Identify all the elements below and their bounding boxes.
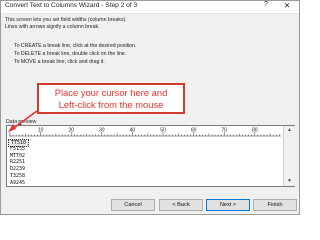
instruction-move: To MOVE a break line, click and drag it. xyxy=(14,59,105,65)
title-bar: Convert Text to Columns Wizard - Step 2 … xyxy=(1,1,299,14)
callout-line: Left-click from the mouse xyxy=(58,99,164,110)
finish-button[interactable]: Finish xyxy=(253,199,297,211)
data-preview-box[interactable]: 10 20 30 40 50 60 70 80 TT510 F5155 MTT02 R2251 D22… xyxy=(6,125,295,187)
preview-row: MTT02 xyxy=(10,152,26,159)
intro-text: This screen lets you set field widths (c… xyxy=(5,17,127,31)
scroll-up-arrow-icon[interactable]: ▲ xyxy=(284,126,295,135)
ruler-label: 10 xyxy=(38,128,44,134)
cancel-button[interactable]: Cancel xyxy=(111,199,155,211)
instruction-delete: To DELETE a break line, double click on … xyxy=(14,51,127,57)
ruler-label: 50 xyxy=(160,128,166,134)
ruler-labels: 10 20 30 40 50 60 70 80 xyxy=(38,128,258,134)
preview-row: A9245 xyxy=(10,179,26,186)
close-button[interactable]: ✕ xyxy=(282,1,292,10)
callout-line: Place your cursor here and xyxy=(54,87,168,98)
vertical-scrollbar[interactable]: ▲ ▼ xyxy=(283,126,295,186)
next-button[interactable]: Next > xyxy=(206,199,250,211)
instruction-create: To CREATE a break line, click at the des… xyxy=(14,43,137,49)
preview-row: D2239 xyxy=(10,166,26,173)
intro-line: This screen lets you set field widths (c… xyxy=(5,17,127,23)
instruction-callout: Place your cursor here and Left-click fr… xyxy=(37,83,185,114)
intro-line: Lines with arrows signify a column break… xyxy=(5,24,100,30)
dialog-title: Convert Text to Columns Wizard - Step 2 … xyxy=(5,2,138,9)
instructions: To CREATE a break line, click at the des… xyxy=(14,42,136,66)
help-button[interactable]: ? xyxy=(261,1,271,8)
ruler-label: 30 xyxy=(99,128,105,134)
ruler-label: 20 xyxy=(68,128,74,134)
preview-rows: TT510 F5155 MTT02 R2251 D2239 T3258 A9245 xyxy=(7,139,283,187)
ruler-label: 40 xyxy=(130,128,136,134)
preview-row: F5155 xyxy=(10,145,26,152)
preview-row: R2251 xyxy=(10,159,26,166)
ruler-label: 80 xyxy=(252,128,258,134)
convert-text-wizard-dialog: Convert Text to Columns Wizard - Step 2 … xyxy=(0,0,300,215)
ruler-ticks xyxy=(9,132,280,136)
ruler-label: 60 xyxy=(191,128,197,134)
ruler-label: 70 xyxy=(221,128,227,134)
scroll-down-arrow-icon[interactable]: ▼ xyxy=(284,177,295,186)
back-button[interactable]: < Back xyxy=(159,199,203,211)
column-ruler[interactable]: 10 20 30 40 50 60 70 80 xyxy=(7,126,283,138)
preview-row: T3258 xyxy=(10,173,26,179)
